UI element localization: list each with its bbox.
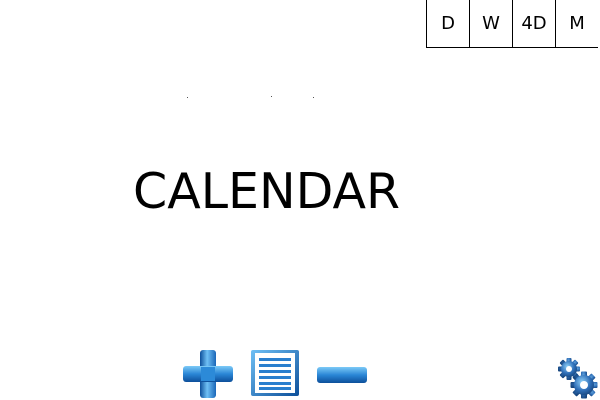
view-day-button[interactable]: D <box>427 0 470 47</box>
view-week-button[interactable]: W <box>470 0 513 47</box>
page-title: CALENDAR <box>133 163 401 220</box>
view-four-day-button[interactable]: 4D <box>513 0 556 47</box>
stray-mark <box>313 97 314 98</box>
list-button[interactable] <box>250 349 300 397</box>
view-mode-switch: D W 4D M <box>426 0 598 48</box>
add-button[interactable] <box>182 349 234 399</box>
list-icon <box>251 350 299 396</box>
stray-mark <box>187 97 188 98</box>
view-month-button[interactable]: M <box>556 0 598 47</box>
remove-button[interactable] <box>316 366 368 384</box>
minus-icon <box>317 367 367 383</box>
gears-icon <box>558 358 598 399</box>
calendar-app: D W 4D M CALENDAR <box>0 0 600 400</box>
settings-button[interactable] <box>557 357 599 399</box>
stray-mark <box>271 96 272 97</box>
plus-icon <box>183 350 233 398</box>
